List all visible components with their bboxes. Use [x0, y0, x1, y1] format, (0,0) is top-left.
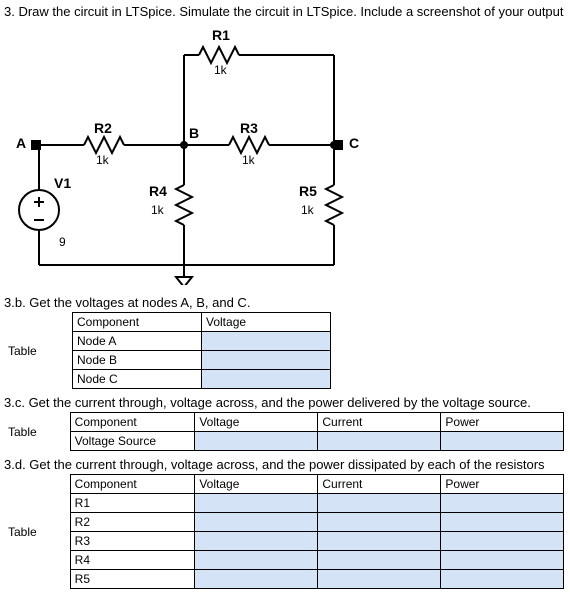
cell[interactable] [195, 532, 318, 551]
cell[interactable] [318, 494, 441, 513]
question-text: 3. Draw the circuit in LTSpice. Simulate… [4, 4, 566, 19]
r4-label: R4 [149, 183, 167, 199]
cell[interactable] [195, 551, 318, 570]
circuit-diagram: R1 1k R2 1k R3 1k R4 1k R5 1k V1 9 A B C [4, 25, 424, 285]
hdr-voltage: Voltage [202, 313, 331, 332]
row: R1 [70, 494, 195, 513]
section-b-prompt: 3.b. Get the voltages at nodes A, B, and… [4, 295, 566, 310]
r5-label: R5 [299, 183, 317, 199]
table-b: Table Component Voltage Node A Node B No… [4, 312, 564, 389]
hdr-voltage: Voltage [195, 413, 318, 432]
row: Node C [73, 370, 202, 389]
v1-value: 9 [59, 235, 66, 249]
r3-value: 1k [242, 153, 255, 167]
node-a: A [16, 135, 26, 151]
row: Node B [73, 351, 202, 370]
table-b-label: Table [4, 313, 73, 389]
cell[interactable] [441, 513, 564, 532]
r3-label: R3 [240, 120, 258, 136]
cell[interactable] [318, 513, 441, 532]
cell[interactable] [318, 570, 441, 589]
row: R2 [70, 513, 195, 532]
r4-value: 1k [151, 203, 164, 217]
hdr-component: Component [73, 313, 202, 332]
hdr-component: Component [70, 413, 195, 432]
section-c-prompt: 3.c. Get the current through, voltage ac… [4, 395, 566, 410]
cell[interactable] [202, 370, 331, 389]
cell[interactable] [202, 332, 331, 351]
row: Voltage Source [70, 432, 195, 451]
cell[interactable] [195, 570, 318, 589]
hdr-voltage: Voltage [195, 475, 318, 494]
cell[interactable] [441, 532, 564, 551]
hdr-component: Component [70, 475, 195, 494]
cell[interactable] [441, 570, 564, 589]
v1-label: V1 [54, 175, 71, 191]
hdr-power: Power [441, 475, 564, 494]
cell[interactable] [441, 551, 564, 570]
r5-value: 1k [301, 203, 314, 217]
cell[interactable] [195, 432, 318, 451]
hdr-power: Power [441, 413, 564, 432]
cell[interactable] [318, 532, 441, 551]
hdr-current: Current [318, 413, 441, 432]
table-d: Table Component Voltage Current Power R1… [4, 474, 564, 589]
cell[interactable] [318, 432, 441, 451]
cell[interactable] [195, 494, 318, 513]
node-c: C [349, 135, 359, 151]
node-b: B [189, 125, 199, 141]
table-c: Table Component Voltage Current Power Vo… [4, 412, 564, 451]
cell[interactable] [195, 513, 318, 532]
cell[interactable] [441, 432, 564, 451]
row: R5 [70, 570, 195, 589]
r2-label: R2 [94, 120, 112, 136]
r1-label: R1 [212, 27, 230, 43]
table-d-label: Table [4, 475, 70, 589]
row: R4 [70, 551, 195, 570]
cell[interactable] [441, 494, 564, 513]
cell[interactable] [202, 351, 331, 370]
row: Node A [73, 332, 202, 351]
section-d-prompt: 3.d. Get the current through, voltage ac… [4, 457, 566, 472]
hdr-current: Current [318, 475, 441, 494]
r1-value: 1k [214, 63, 227, 77]
cell[interactable] [318, 551, 441, 570]
r2-value: 1k [96, 153, 109, 167]
row: R3 [70, 532, 195, 551]
table-c-label: Table [4, 413, 70, 451]
